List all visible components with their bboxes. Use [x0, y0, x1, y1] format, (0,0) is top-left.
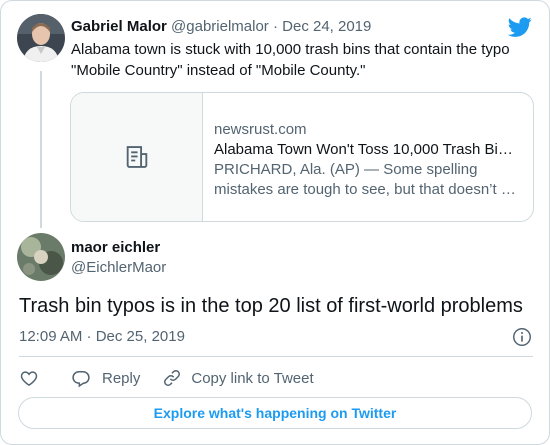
article-icon [126, 146, 147, 168]
reply-author-name[interactable]: maor eichler [71, 238, 160, 258]
reply-timestamp[interactable]: 12:09 AM · Dec 25, 2019 [19, 327, 185, 347]
reply-label: Reply [102, 369, 141, 387]
link-domain: newsrust.com [214, 121, 307, 138]
heart-icon [20, 371, 38, 386]
tweet-embed-card: Gabriel Malor @gabrielmalor · Dec 24, 20… [0, 0, 550, 445]
copy-link-label: Copy link to Tweet [191, 369, 314, 387]
copy-link-button[interactable]: Copy link to Tweet [162, 368, 314, 388]
link-description-line1: PRICHARD, Ala. (AP) — Some spelling [214, 161, 478, 178]
reply-avatar[interactable] [17, 233, 65, 281]
reply-author-handle[interactable]: @EichlerMaor [71, 258, 166, 278]
link-preview-body: newsrust.com Alabama Town Won't Toss 10,… [214, 120, 520, 200]
reply-avatar-photo [17, 233, 65, 281]
author-handle[interactable]: @gabrielmalor [171, 18, 269, 35]
parent-tweet-header: Gabriel Malor @gabrielmalor · Dec 24, 20… [71, 17, 371, 37]
author-name[interactable]: Gabriel Malor [71, 18, 167, 35]
avatar-photo [17, 14, 65, 62]
reply-tweet-text: Trash bin typos is in the top 20 list of… [19, 295, 523, 317]
reply-button[interactable]: Reply [71, 368, 140, 388]
link-icon [164, 370, 181, 386]
link-preview-card[interactable]: newsrust.com Alabama Town Won't Toss 10,… [70, 92, 534, 222]
avatar[interactable] [17, 14, 65, 62]
divider [19, 356, 533, 357]
reply-bubble-icon [72, 371, 90, 388]
link-thumbnail [71, 93, 203, 221]
info-icon[interactable] [511, 326, 533, 348]
parent-tweet-text: Alabama town is stuck with 10,000 trash … [71, 41, 510, 79]
twitter-bird-icon[interactable] [508, 15, 532, 39]
tweet-date[interactable]: Dec 24, 2019 [282, 18, 371, 35]
link-title: Alabama Town Won't Toss 10,000 Trash Bi… [214, 141, 513, 158]
link-description-line2: mistakes are tough to see, but that does… [214, 181, 516, 198]
like-button[interactable] [19, 368, 39, 388]
action-bar: Reply Copy link to Tweet [19, 367, 314, 389]
explore-twitter-button[interactable]: Explore what's happening on Twitter [18, 397, 532, 429]
separator-dot: · [272, 18, 278, 35]
thread-connector-line [40, 71, 42, 228]
